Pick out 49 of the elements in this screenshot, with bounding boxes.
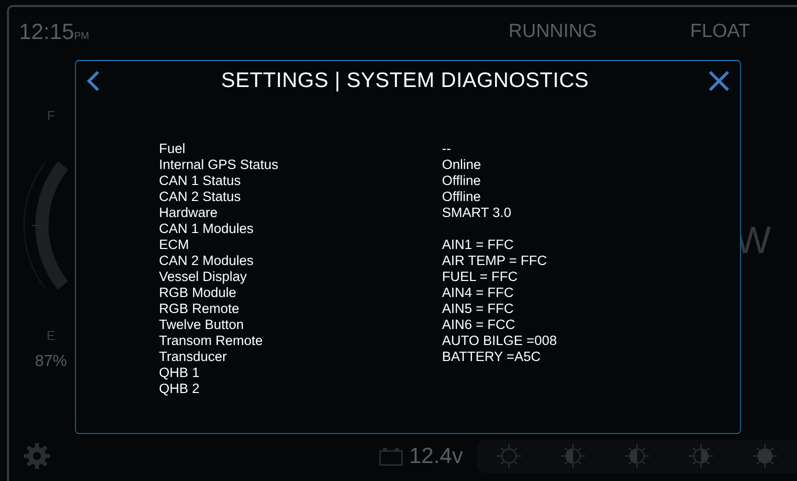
diagnostic-value: -- (442, 141, 452, 157)
diagnostic-value: AIN1 = FFC (442, 237, 515, 253)
back-chevron-icon (86, 70, 102, 92)
battery-voltage: 12.4v (409, 443, 463, 469)
dialog-title: SETTINGS | SYSTEM DIAGNOSTICS (220, 69, 590, 93)
diagnostic-value: SMART 3.0 (442, 205, 512, 221)
fuel-percent: 87% (34, 352, 68, 370)
back-button[interactable] (86, 70, 102, 92)
diagnostic-value: FUEL = FFC (442, 269, 519, 285)
diagnostic-label: CAN 2 Status (159, 189, 242, 205)
diagnostic-value: Offline (442, 173, 482, 189)
diagnostic-value: AUTO BILGE =008 (442, 333, 558, 349)
diagnostic-value: AIR TEMP = FFC (442, 253, 548, 269)
engine-status: RUNNING (508, 21, 598, 43)
brightness-icon[interactable] (688, 443, 714, 469)
diagnostic-label: CAN 1 Modules (159, 221, 255, 237)
diagnostic-label: Transducer (159, 349, 228, 365)
close-icon (708, 70, 730, 92)
diagnostic-label: CAN 2 Modules (159, 253, 255, 269)
diagnostic-value: Online (442, 157, 482, 173)
brightness-icon[interactable] (560, 443, 586, 469)
diagnostic-label: Transom Remote (159, 333, 264, 349)
diagnostic-label: QHB 2 (159, 381, 201, 397)
float-status: FLOAT (690, 21, 750, 43)
brightness-icon[interactable] (752, 443, 778, 469)
diagnostic-label: RGB Remote (159, 301, 240, 317)
diagnostic-label: Internal GPS Status (159, 157, 280, 173)
gauge-empty-label: E (46, 328, 56, 342)
diagnostic-label: Fuel (159, 141, 186, 157)
diagnostic-label: QHB 1 (159, 365, 201, 381)
diagnostic-label: ECM (159, 237, 190, 253)
battery-icon (379, 446, 404, 466)
diagnostic-value: AIN4 = FFC (442, 285, 515, 301)
diagnostic-value: Offline (442, 189, 482, 205)
diagnostic-label: Twelve Button (159, 317, 245, 333)
clock-meridiem: PM (74, 30, 90, 42)
diagnostic-label: CAN 1 Status (159, 173, 242, 189)
diagnostic-value: BATTERY =A5C (442, 349, 542, 365)
diagnostic-label: RGB Module (159, 285, 238, 301)
close-button[interactable] (708, 70, 730, 92)
diagnostic-label: Hardware (159, 205, 219, 221)
gauge-full-label: F (47, 108, 55, 122)
diagnostic-value: AIN5 = FFC (442, 301, 515, 317)
diagnostic-label: Vessel Display (159, 269, 248, 285)
brightness-icon[interactable] (496, 443, 522, 469)
settings-icon (23, 442, 51, 470)
clock-time: 12:15 (19, 19, 74, 45)
brightness-icon[interactable] (624, 443, 650, 469)
diagnostic-value: AIN6 = FCC (442, 317, 516, 333)
